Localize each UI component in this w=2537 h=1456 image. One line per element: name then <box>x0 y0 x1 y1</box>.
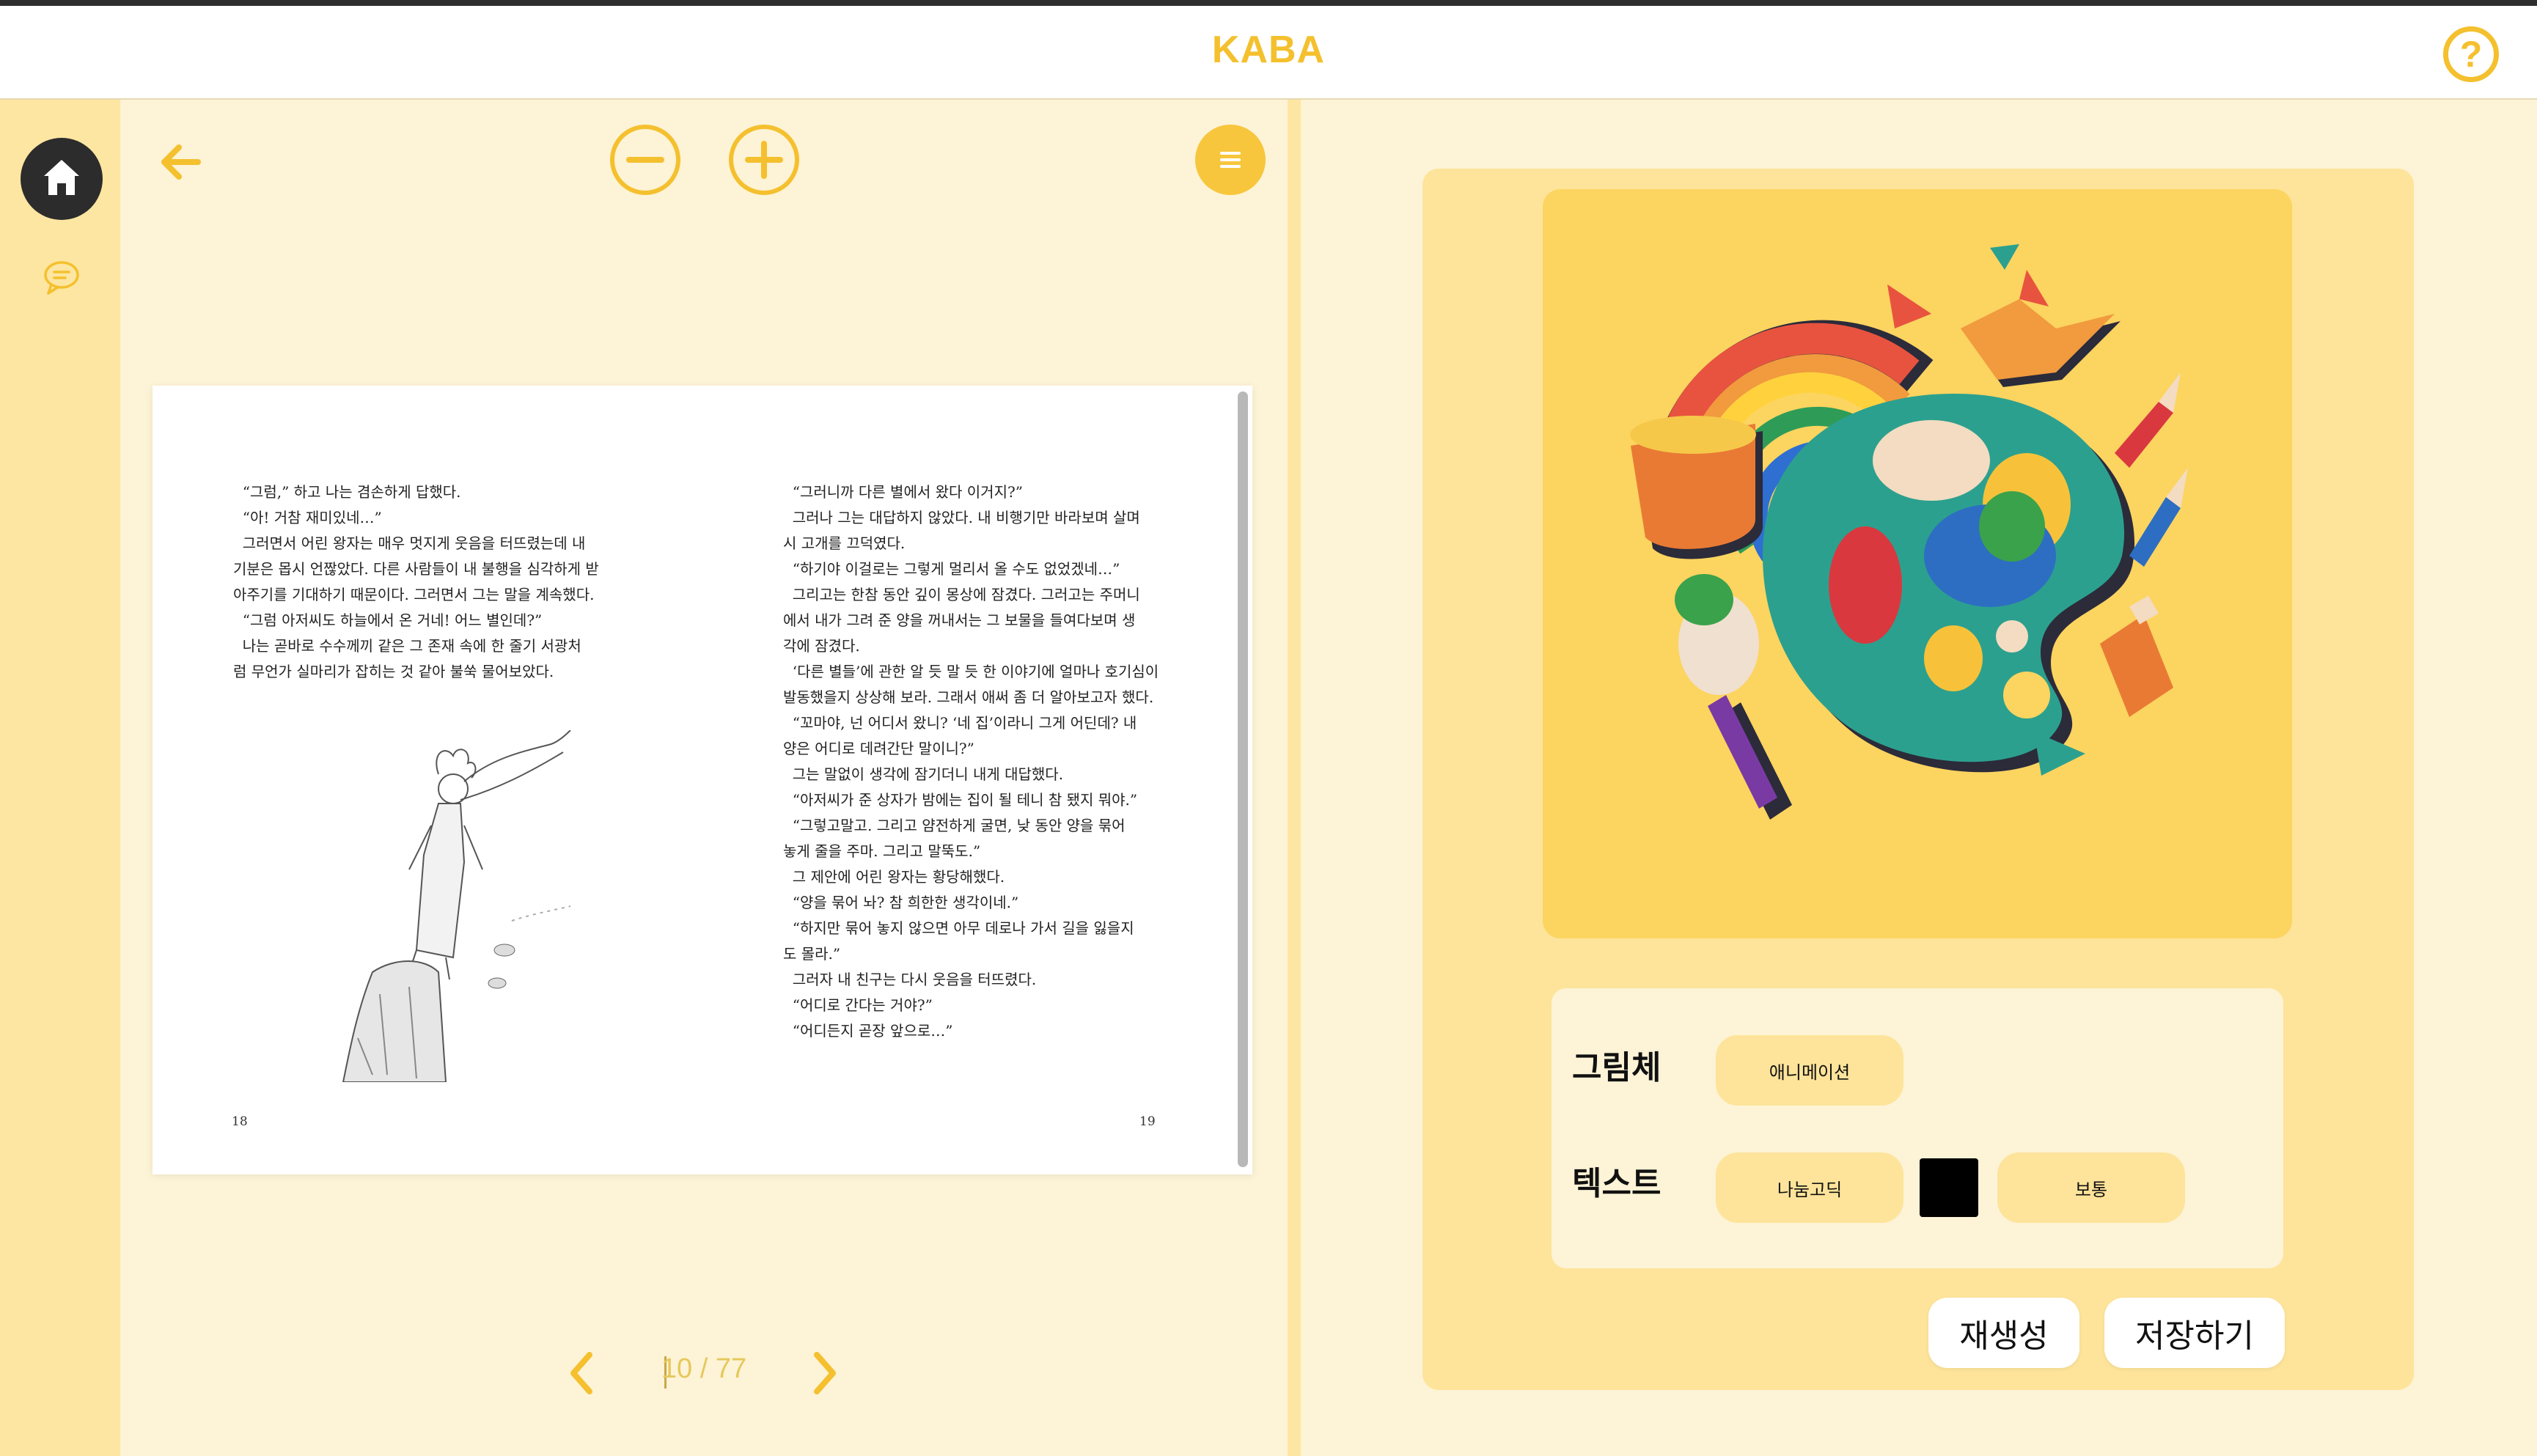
little-prince-illustration <box>342 730 571 1082</box>
plus-circle-icon[interactable] <box>727 123 801 196</box>
text-line: 도 몰라.” <box>783 945 841 963</box>
style-select[interactable]: 애니메이션 <box>1716 1035 1903 1106</box>
text-line: 양은 어디로 데려간단 말이니?” <box>783 740 974 757</box>
text-line: “하기야 이걸로는 그렇게 멀리서 올 수도 없었겠네…” <box>783 560 1120 578</box>
home-icon <box>44 160 79 195</box>
text-line: ‘다른 별들’에 관한 알 듯 말 듯 한 이야기에 얼마나 호기심이 <box>783 663 1159 680</box>
text-line: “양을 묶어 놔? 참 희한한 생각이네.” <box>783 894 1019 911</box>
text-line: “그럼 아저씨도 하늘에서 온 거네! 어느 별인데?” <box>233 611 543 629</box>
text-line: “아! 거참 재미있네…” <box>233 509 382 526</box>
text-line: 그러자 내 친구는 다시 웃음을 터뜨렸다. <box>783 971 1037 988</box>
app-title: KABA <box>1211 29 1326 71</box>
text-line: 에서 내가 그려 준 양을 꺼내서는 그 보물을 들여다보며 생 <box>783 611 1136 629</box>
text-line: 기분은 몹시 언짢았다. 다른 사람들이 내 불행을 심각하게 받 <box>233 560 599 578</box>
sidebar <box>0 100 120 1456</box>
text-line: “그럼,” 하고 나는 겸손하게 답했다. <box>233 483 461 501</box>
text-line: 그러나 그는 대답하지 않았다. 내 비행기만 바라보며 살며 <box>783 509 1140 526</box>
text-line: 나는 곧바로 수수께끼 같은 그 존재 속에 한 줄기 서광처 <box>233 637 581 655</box>
panel-divider <box>1288 100 1301 1456</box>
text-line: 그러면서 어린 왕자는 매우 멋지게 웃음을 터뜨렸는데 내 <box>233 534 586 552</box>
arrow-left-icon[interactable] <box>155 136 207 188</box>
text-line: 시 고개를 끄덕였다. <box>783 534 906 552</box>
left-page-text: “그럼,” 하고 나는 겸손하게 답했다. “아! 거참 재미있네…” 그러면서… <box>233 479 599 685</box>
text-line: 아주기를 기대하기 때문이다. 그러면서 그는 말을 계속했다. <box>233 586 595 603</box>
text-line: “어디로 간다는 거야?” <box>783 996 933 1014</box>
text-line: 그는 말없이 생각에 잠기더니 내게 대답했다. <box>783 765 1064 783</box>
text-line: 발동했을지 상상해 보라. 그래서 애써 좀 더 알아보고자 했다. <box>783 688 1154 706</box>
chevron-right-icon[interactable] <box>807 1347 843 1399</box>
art-palette-image <box>1630 244 2188 820</box>
help-icon[interactable]: ? <box>2443 26 2499 82</box>
chevron-left-icon[interactable] <box>563 1347 600 1399</box>
font-weight-select[interactable]: 보통 <box>1997 1152 2185 1223</box>
style-label: 그림체 <box>1572 1049 1662 1087</box>
font-select[interactable]: 나눔고딕 <box>1716 1152 1903 1223</box>
text-line: 각에 잠겼다. <box>783 637 860 655</box>
window-top-edge <box>0 0 2537 6</box>
text-line: “그렇고말고. 그리고 얌전하게 굴면, 낮 동안 양을 묶어 <box>783 817 1126 834</box>
text-label: 텍스트 <box>1572 1165 1662 1202</box>
page-indicator[interactable]: 10 / 77 <box>660 1353 748 1385</box>
text-line: “하지만 묶어 놓지 않으면 아무 데로나 가서 길을 잃을지 <box>783 919 1134 937</box>
minus-circle-icon[interactable] <box>609 123 682 196</box>
text-line: 그 제안에 어린 왕자는 황당해했다. <box>783 868 1005 886</box>
page-number-left: 18 <box>232 1114 248 1129</box>
text-color-swatch[interactable] <box>1920 1158 1978 1217</box>
right-page-text: “그러니까 다른 별에서 왔다 이거지?” 그러나 그는 대답하지 않았다. 내… <box>783 479 1159 1044</box>
book-spread: “그럼,” 하고 나는 겸손하게 답했다. “아! 거참 재미있네…” 그러면서… <box>153 386 1252 1174</box>
text-line: 럼 무언가 실마리가 잡히는 것 같아 불쑥 물어보았다. <box>233 663 554 680</box>
text-line: “아저씨가 준 상자가 밤에는 집이 될 테니 참 됐지 뭐야.” <box>783 791 1138 809</box>
book-scrollbar[interactable] <box>1238 391 1248 1167</box>
home-button[interactable] <box>21 138 103 220</box>
text-line: 놓게 줄을 주마. 그리고 말뚝도.” <box>783 842 981 860</box>
chat-bubble-icon[interactable] <box>41 257 82 298</box>
text-line: “꼬마야, 넌 어디서 왔니? ‘네 집’이라니 그게 어딘데? 내 <box>783 714 1137 732</box>
page-number-right: 19 <box>1139 1114 1156 1129</box>
menu-icon[interactable] <box>1194 123 1267 196</box>
save-button[interactable]: 저장하기 <box>2104 1298 2285 1368</box>
illustration-panel: 그림체 애니메이션 텍스트 나눔고딕 보통 재생성 저장하기 <box>1422 169 2414 1390</box>
text-line: “그러니까 다른 별에서 왔다 이거지?” <box>783 483 1023 501</box>
generated-illustration <box>1543 189 2292 938</box>
regenerate-button[interactable]: 재생성 <box>1928 1298 2079 1368</box>
app-header: KABA ? <box>0 6 2537 100</box>
options-panel: 그림체 애니메이션 텍스트 나눔고딕 보통 <box>1552 988 2283 1268</box>
text-line: “어디든지 곧장 앞으로…” <box>783 1022 953 1040</box>
text-line: 그리고는 한참 동안 깊이 몽상에 잠겼다. 그러고는 주머니 <box>783 586 1140 603</box>
